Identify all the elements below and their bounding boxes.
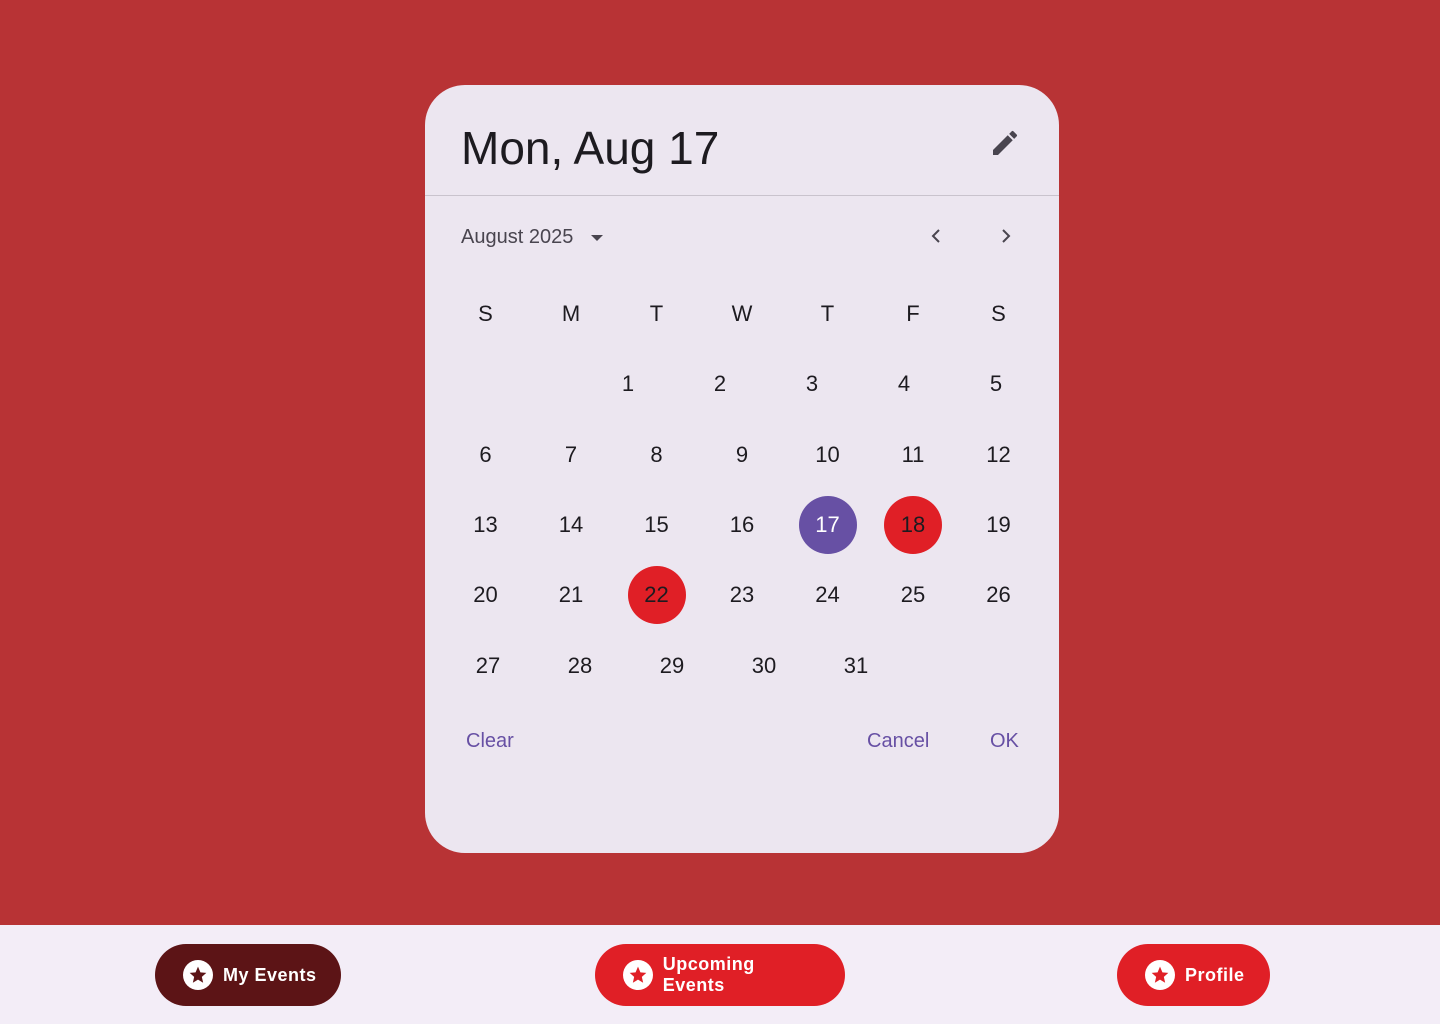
day-19[interactable]: 19	[970, 496, 1028, 554]
bottom-navigation: My Events Upcoming Events Profile	[0, 925, 1440, 1024]
weekday-header: F	[906, 301, 920, 326]
day-4[interactable]: 4	[875, 355, 933, 413]
weekday-header: S	[478, 301, 493, 326]
day-8[interactable]: 8	[628, 426, 686, 484]
day-6[interactable]: 6	[457, 426, 515, 484]
day-10[interactable]: 10	[799, 426, 857, 484]
nav-upcoming-events[interactable]: Upcoming Events	[595, 944, 845, 1006]
chevron-right-icon[interactable]	[994, 224, 1018, 248]
day-21[interactable]: 21	[542, 566, 600, 624]
month-year-label: August 2025	[461, 226, 574, 248]
day-18[interactable]: 18	[884, 496, 942, 554]
day-25[interactable]: 25	[884, 566, 942, 624]
nav-profile[interactable]: Profile	[1117, 944, 1270, 1006]
day-23[interactable]: 23	[713, 566, 771, 624]
dropdown-caret-icon	[591, 234, 604, 241]
nav-my-events[interactable]: My Events	[155, 944, 341, 1006]
clear-button[interactable]: Clear	[466, 730, 514, 753]
day-5[interactable]: 5	[967, 355, 1025, 413]
day-16[interactable]: 16	[713, 496, 771, 554]
day-11[interactable]: 11	[884, 426, 942, 484]
nav-label: Upcoming Events	[662, 954, 755, 995]
star-icon	[623, 960, 653, 990]
day-15[interactable]: 15	[628, 496, 686, 554]
edit-pencil-icon[interactable]	[989, 127, 1021, 159]
day-24[interactable]: 24	[799, 566, 857, 624]
cancel-button[interactable]: Cancel	[867, 730, 929, 753]
day-22[interactable]: 22	[627, 566, 686, 624]
month-year-dropdown[interactable]: August 2025	[461, 226, 604, 249]
day-12[interactable]: 12	[970, 426, 1028, 484]
selected-date-headline: Mon, Aug 17	[461, 122, 720, 174]
weekday-header: T	[820, 301, 835, 326]
weekday-header: M	[561, 301, 581, 326]
chevron-left-icon[interactable]	[924, 224, 948, 248]
weekday-header: T	[649, 301, 664, 326]
day-17[interactable]: 17	[798, 496, 857, 554]
day-31[interactable]: 31	[827, 637, 885, 695]
day-9[interactable]: 9	[713, 426, 771, 484]
star-icon	[1145, 960, 1175, 990]
divider	[425, 195, 1059, 196]
day-26[interactable]: 26	[970, 566, 1028, 624]
nav-label: Profile	[1185, 964, 1245, 985]
ok-button[interactable]: OK	[990, 730, 1019, 753]
day-7[interactable]: 7	[542, 426, 600, 484]
date-picker-dialog: Mon, Aug 17 August 2025 SMTWTFS123456789…	[425, 85, 1059, 853]
star-icon	[183, 960, 213, 990]
day-30[interactable]: 30	[735, 637, 793, 695]
day-1[interactable]: 1	[599, 355, 657, 413]
day-20[interactable]: 20	[457, 566, 515, 624]
day-14[interactable]: 14	[542, 496, 600, 554]
day-13[interactable]: 13	[457, 496, 515, 554]
day-27[interactable]: 27	[459, 637, 517, 695]
day-3[interactable]: 3	[783, 355, 841, 413]
weekday-header: W	[731, 301, 753, 326]
day-2[interactable]: 2	[691, 355, 749, 413]
weekday-header: S	[991, 301, 1006, 326]
nav-label: My Events	[223, 964, 317, 985]
day-29[interactable]: 29	[643, 637, 701, 695]
day-28[interactable]: 28	[551, 637, 609, 695]
